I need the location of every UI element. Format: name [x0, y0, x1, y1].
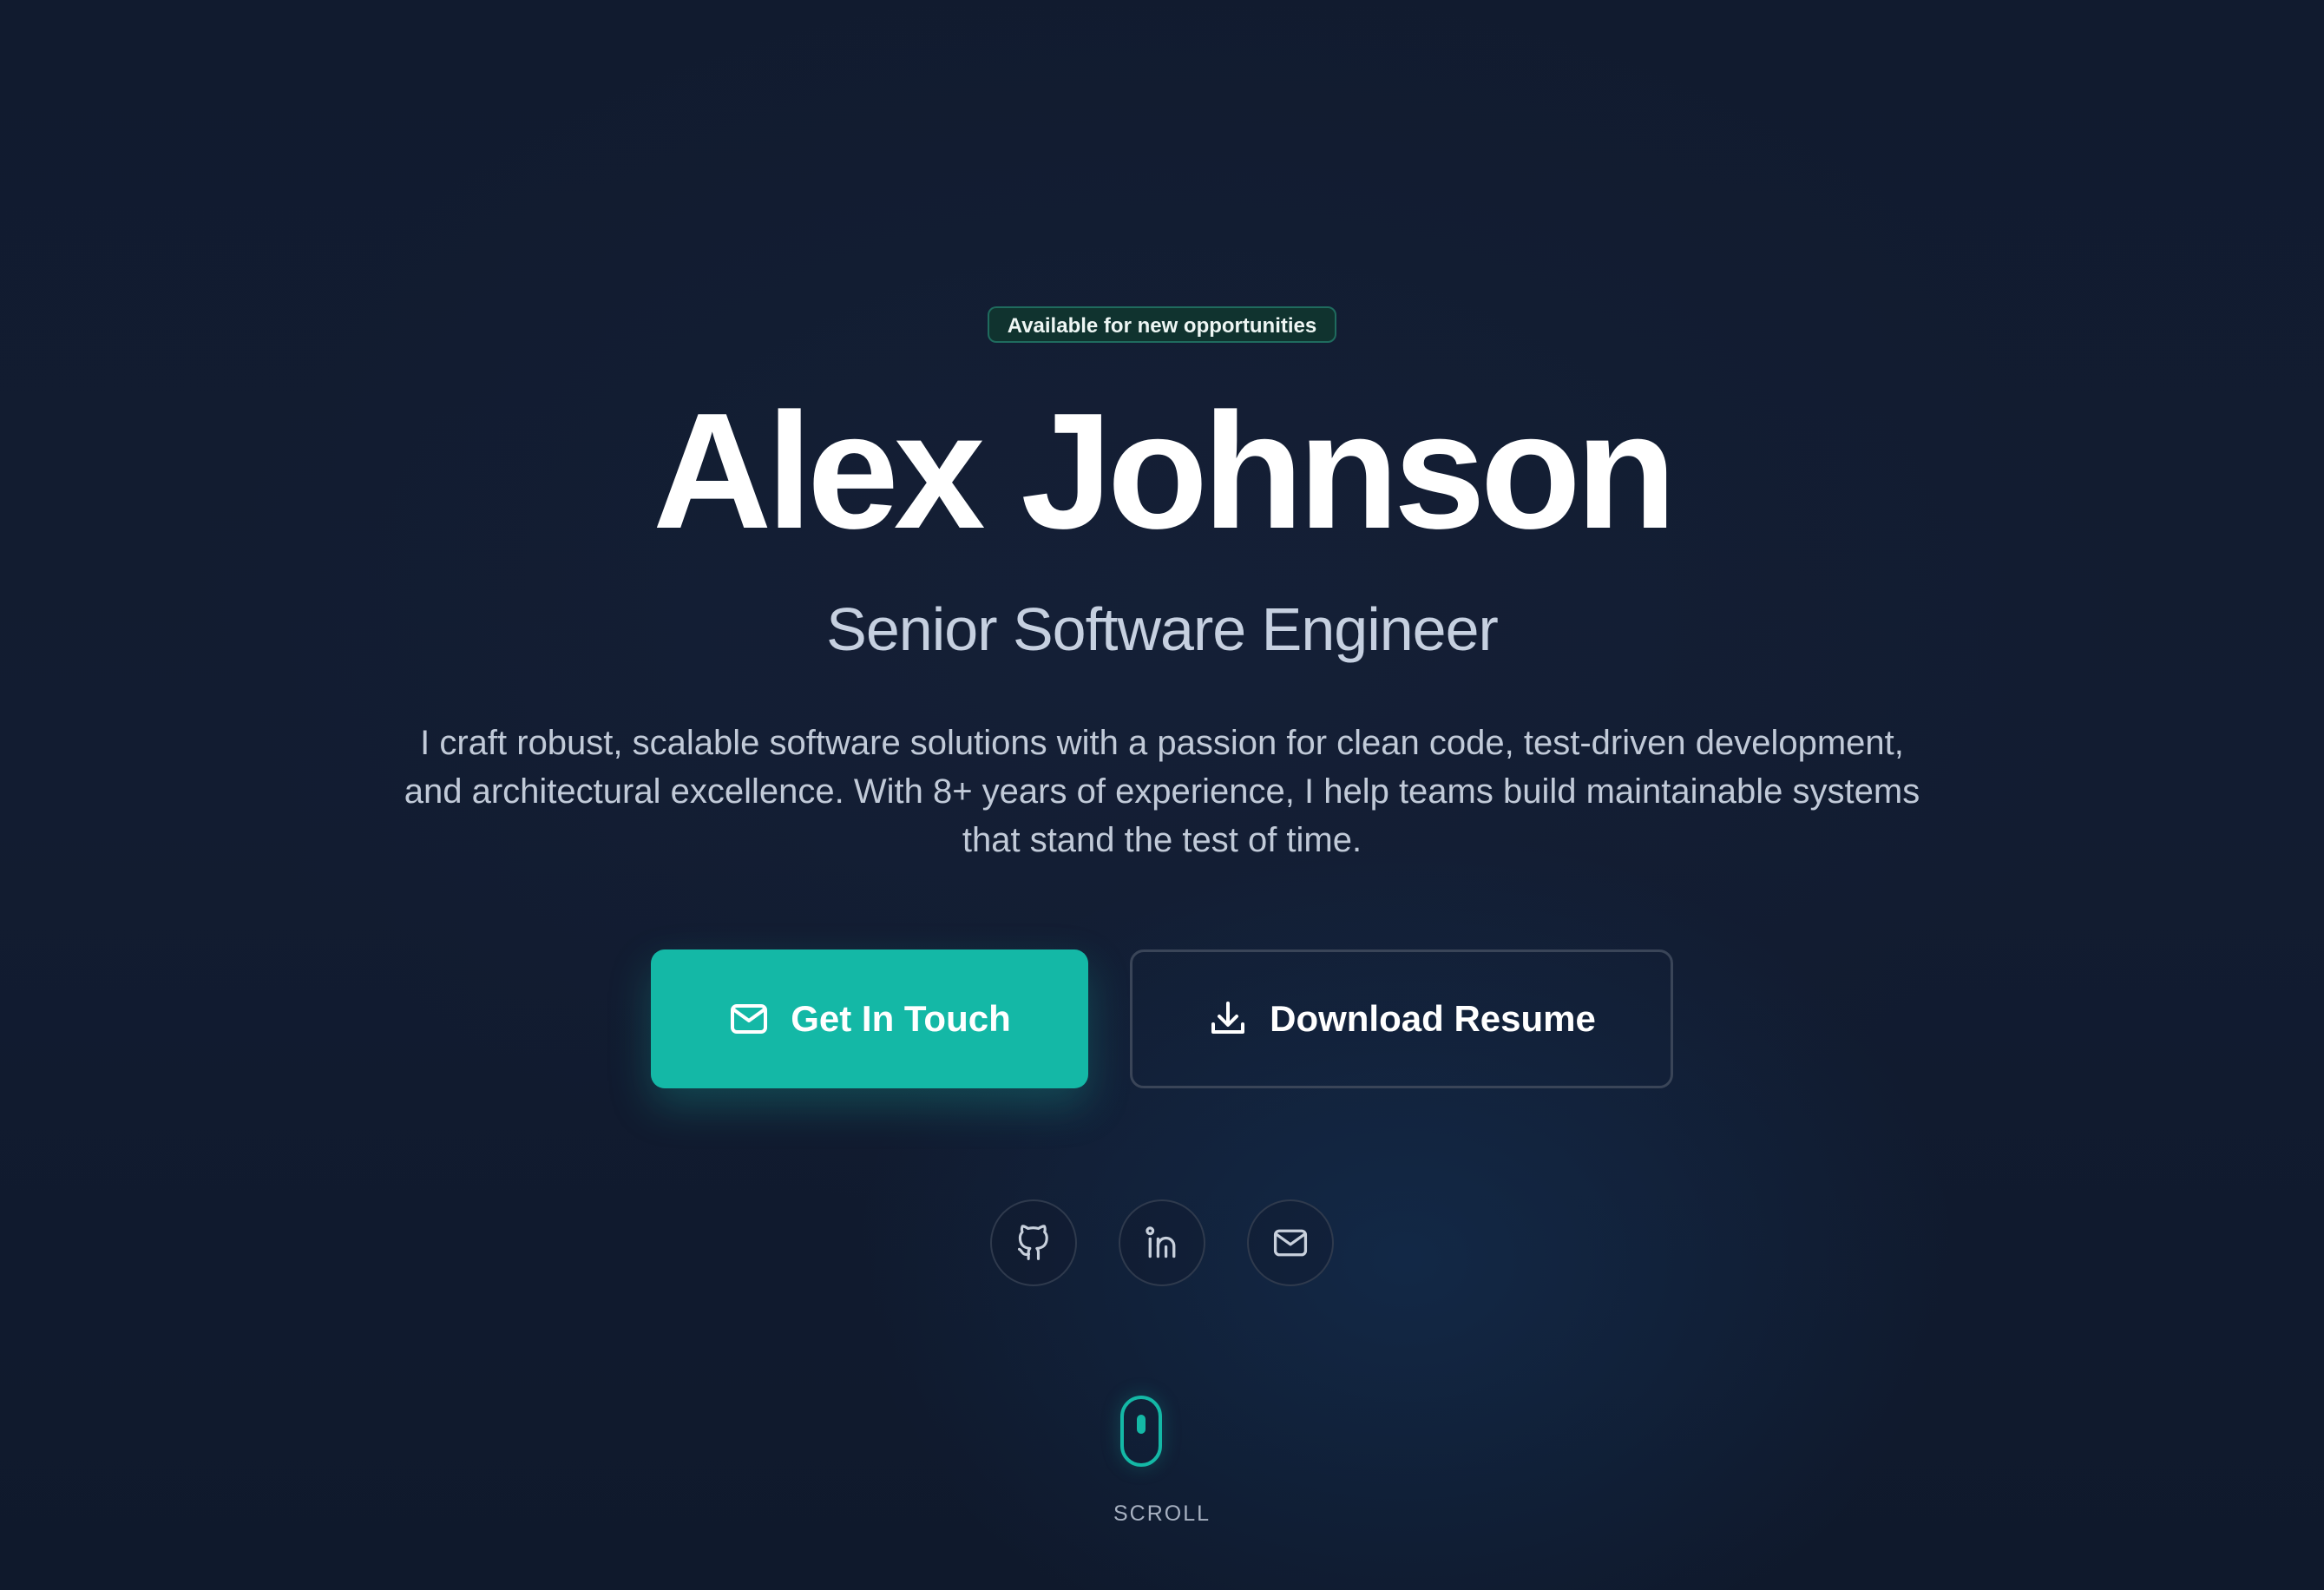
- mouse-icon: [1137, 1415, 1146, 1434]
- scroll-label: SCROLL: [1113, 1501, 1211, 1526]
- github-icon: [1017, 1225, 1048, 1260]
- social-links: [990, 1199, 1334, 1286]
- job-title: Senior Software Engineer: [826, 595, 1499, 663]
- download-resume-button[interactable]: Download Resume: [1130, 949, 1673, 1088]
- download-resume-label: Download Resume: [1270, 998, 1596, 1039]
- download-icon: [1207, 998, 1249, 1040]
- linkedin-icon: [1146, 1226, 1176, 1258]
- linkedin-link[interactable]: [1119, 1199, 1205, 1286]
- email-link[interactable]: [1247, 1199, 1334, 1286]
- mail-icon: [728, 998, 770, 1040]
- github-link[interactable]: [990, 1199, 1077, 1286]
- mail-icon: [1273, 1229, 1308, 1257]
- availability-badge-wrap: Available for new opportunities: [0, 306, 2324, 343]
- page-title: Alex Johnson: [653, 379, 1677, 563]
- get-in-touch-button[interactable]: Get In Touch: [651, 949, 1088, 1088]
- availability-badge: Available for new opportunities: [987, 306, 1337, 343]
- bio-paragraph: I craft robust, scalable software soluti…: [404, 724, 1920, 859]
- scroll-indicator[interactable]: [1120, 1396, 1162, 1467]
- hero-section: Available for new opportunities Alex Joh…: [0, 0, 2324, 1590]
- get-in-touch-label: Get In Touch: [791, 998, 1011, 1039]
